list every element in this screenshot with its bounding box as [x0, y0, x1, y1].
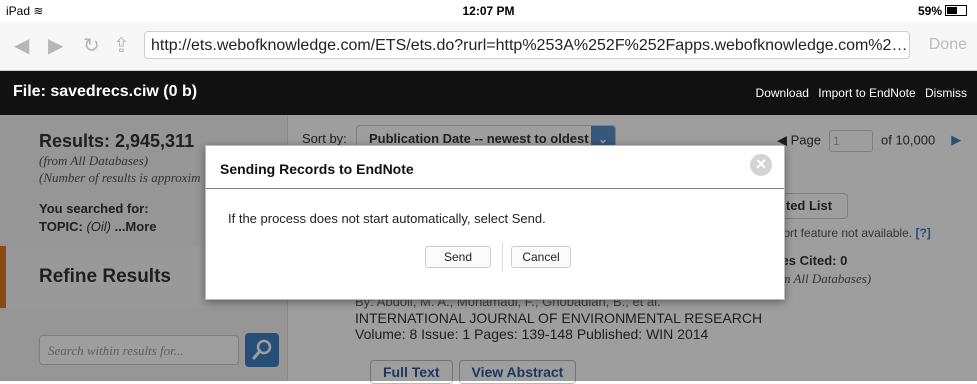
done-button[interactable]: Done [929, 36, 967, 54]
reload-icon[interactable]: ↻ [83, 33, 100, 58]
endnote-dialog: Sending Records to EndNote × If the proc… [205, 145, 785, 300]
file-title: File: savedrecs.ciw (0 b) [13, 83, 198, 100]
dialog-header: Sending Records to EndNote × [206, 146, 784, 189]
dialog-message: If the process does not start automatica… [228, 211, 546, 226]
file-download-bar: File: savedrecs.ciw (0 b) Download Impor… [0, 71, 977, 115]
import-endnote-link[interactable]: Import to EndNote [818, 86, 915, 100]
download-link[interactable]: Download [756, 86, 809, 100]
url-field[interactable]: http://ets.webofknowledge.com/ETS/ets.do… [144, 31, 910, 59]
divider [502, 242, 503, 272]
forward-icon[interactable]: ▶ [48, 33, 63, 58]
status-bar: iPad ≋ 12:07 PM 59% [0, 0, 977, 22]
clock: 12:07 PM [462, 4, 515, 18]
battery-indicator: 59% [918, 4, 967, 18]
cancel-button[interactable]: Cancel [511, 246, 571, 268]
dialog-title: Sending Records to EndNote [220, 161, 414, 177]
share-icon[interactable]: ⇪ [113, 33, 130, 58]
battery-icon [945, 5, 967, 16]
dismiss-link[interactable]: Dismiss [925, 86, 967, 100]
send-button[interactable]: Send [425, 246, 491, 268]
back-icon[interactable]: ◀ [14, 33, 29, 58]
file-actions: Download Import to EndNote Dismiss [750, 86, 967, 100]
close-icon[interactable]: × [750, 154, 772, 176]
browser-toolbar: ◀ ▶ ↻ ⇪ http://ets.webofknowledge.com/ET… [0, 22, 977, 71]
